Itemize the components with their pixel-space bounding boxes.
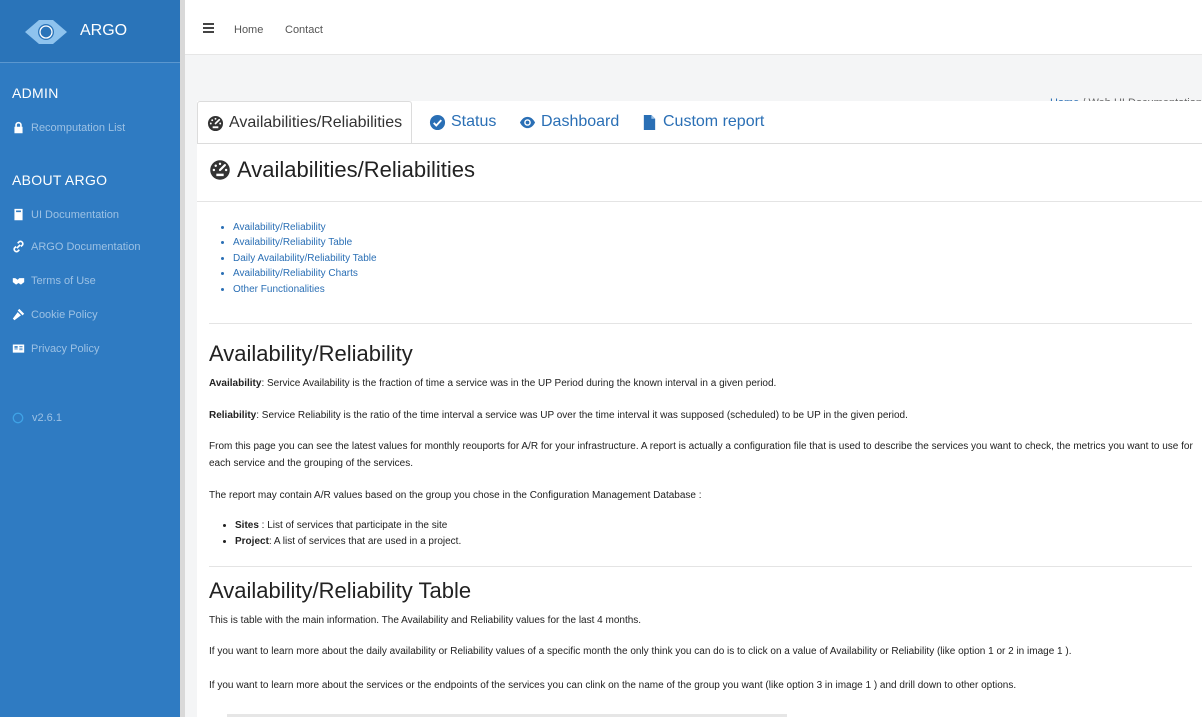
paragraph: This is table with the main information.… [209, 615, 642, 626]
gavel-icon [12, 308, 25, 321]
sidebar-item-privacy-policy[interactable]: Privacy Policy [12, 342, 99, 355]
link-icon [13, 240, 24, 253]
tab-bar: Availabilities/Reliabilities Status Dash… [197, 101, 1202, 144]
list-item: Sites : List of services that participat… [235, 518, 461, 534]
divider [209, 566, 1192, 567]
divider [209, 323, 1192, 324]
check-circle-icon [429, 114, 446, 130]
term: Sites [235, 520, 259, 531]
tab-label: Availabilities/Reliabilities [229, 114, 403, 131]
term: Reliability [209, 410, 257, 421]
paragraph: If you want to learn more about the serv… [209, 680, 1017, 691]
table-of-contents: Availability/Reliability Availability/Re… [219, 220, 377, 297]
divider [197, 201, 1202, 202]
sidebar-item-label: UI Documentation [31, 208, 120, 221]
nav-home-link[interactable]: Home [234, 24, 263, 36]
toc-link[interactable]: Availability/Reliability [233, 220, 377, 235]
documentation-card: Availabilities/Reliabilities Status Dash… [197, 101, 1202, 717]
sidebar-item-label: Terms of Use [31, 274, 96, 287]
availability-definition: Availability: Service Availability is th… [209, 375, 1194, 392]
page-title: Availabilities/Reliabilities [209, 157, 475, 183]
tab-dashboard[interactable]: Dashboard [519, 101, 619, 143]
list-item-text: : List of services that participate in t… [258, 520, 448, 531]
tab-label: Status [451, 113, 497, 130]
toc-link[interactable]: Daily Availability/Reliability Table [233, 251, 377, 266]
tab-label: Dashboard [541, 113, 620, 130]
sidebar-item-recomputation-list[interactable]: Recomputation List [12, 121, 125, 134]
list-item-text: : A list of services that are used in a … [268, 536, 462, 547]
book-icon [14, 208, 23, 221]
argo-logo-icon [25, 20, 67, 44]
version-label: v2.6.1 [12, 412, 62, 424]
tachometer-icon [207, 115, 224, 131]
paragraph: From this page you can see the latest va… [209, 441, 1193, 469]
menu-toggle-icon[interactable] [203, 23, 214, 33]
sidebar-item-ui-documentation[interactable]: UI Documentation [12, 208, 119, 221]
definition-text: : Service Availability is the fraction o… [261, 378, 777, 389]
list-item: Project: A list of services that are use… [235, 534, 461, 550]
group-list: Sites : List of services that participat… [223, 518, 461, 550]
top-navbar: Home Contact [185, 0, 1202, 55]
eye-icon [519, 116, 536, 128]
file-icon [643, 114, 656, 130]
term: Availability [209, 378, 262, 389]
sidebar-item-label: Privacy Policy [31, 342, 100, 355]
section-heading: Availability/Reliability [209, 341, 413, 366]
about-heading: ABOUT ARGO [12, 172, 108, 188]
tab-divider [197, 143, 1202, 144]
tab-availabilities-reliabilities[interactable]: Availabilities/Reliabilities [197, 101, 413, 144]
id-card-icon [12, 344, 25, 353]
tab-label: Custom report [663, 113, 765, 130]
sidebar-item-argo-documentation[interactable]: ARGO Documentation [12, 240, 140, 253]
paragraph: The report may contain A/R values based … [209, 490, 702, 501]
sidebar-item-terms-of-use[interactable]: Terms of Use [12, 274, 96, 287]
sidebar-item-label: Cookie Policy [31, 308, 98, 321]
handshake-icon [12, 278, 25, 285]
toc-link[interactable]: Availability/Reliability Table [233, 235, 377, 250]
term: Project [235, 536, 269, 547]
page-title-text: Availabilities/Reliabilities [237, 157, 476, 182]
tab-custom-report[interactable]: Custom report [641, 101, 764, 143]
section-heading: Availability/Reliability Table [209, 578, 472, 603]
tachometer-icon [210, 160, 230, 180]
toc-link[interactable]: Other Functionalities [233, 282, 377, 297]
paragraph: If you want to learn more about the dail… [209, 646, 1072, 657]
sidebar-item-cookie-policy[interactable]: Cookie Policy [12, 308, 98, 321]
admin-heading: ADMIN [12, 85, 59, 101]
tab-status[interactable]: Status [429, 101, 496, 143]
sidebar: ARGO ADMIN Recomputation List ABOUT ARGO… [0, 0, 182, 717]
definition-text: : Service Reliability is the ratio of th… [256, 410, 908, 421]
reliability-definition: Reliability: Service Reliability is the … [209, 407, 1194, 424]
main-content: Home / Web UI Documentation Availabiliti… [185, 55, 1202, 717]
version-text: v2.6.1 [32, 412, 62, 424]
toc-link[interactable]: Availability/Reliability Charts [233, 266, 377, 281]
sidebar-item-label: ARGO Documentation [31, 240, 141, 253]
nav-contact-link[interactable]: Contact [285, 24, 323, 36]
lock-icon [14, 121, 23, 134]
sidebar-item-label: Recomputation List [31, 121, 126, 134]
brand-name: ARGO [80, 22, 128, 39]
brand[interactable]: ARGO [0, 0, 182, 63]
circle-icon [12, 412, 24, 424]
